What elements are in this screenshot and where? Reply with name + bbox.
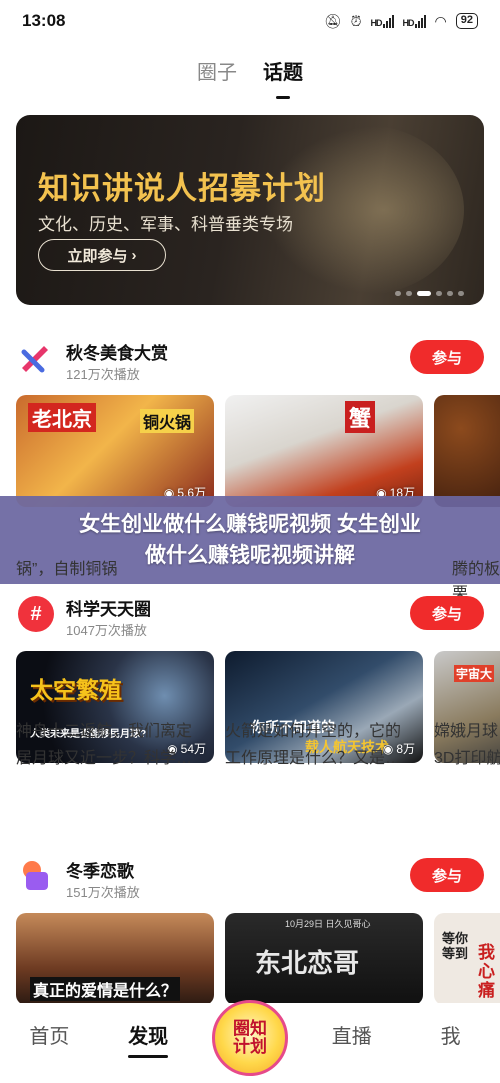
tab-circle[interactable]: 圈子 [197,56,237,85]
join-button[interactable]: 参与 [410,596,484,630]
topic-title: 科学天天圈 [66,600,151,619]
nav-circle-plan[interactable]: 圈知计划 [211,1000,288,1076]
video-desc[interactable]: 神舟十二返航，我们离定 居月球又近一步？科学… [16,718,214,772]
video-desc[interactable]: 火箭是如何升空的，它的 工作原理是什么？又是… [225,718,423,772]
video-thumb-caption: 铜火锅 [140,409,195,433]
topic-play-count: 151万次播放 [66,885,140,900]
signal-icon: HD [371,14,394,28]
topic-section-science: # 科学天天圈 1047万次播放 参与 太空繁殖 人类未来是否能移民月球? ◉ 5… [0,594,500,767]
nav-home[interactable]: 首页 [14,1020,84,1049]
video-thumb-caption: 10月29日 日久见哥心 [285,919,371,929]
carousel-dots [395,291,464,296]
topic-section-food: 秋冬美食大赏 121万次播放 参与 老北京 铜火锅 ◉ 5.6万 蟹 ◉ 18万 [0,338,500,507]
tab-topic[interactable]: 话题 [263,56,303,85]
video-card[interactable]: 真正的爱情是什么？ [16,913,214,1005]
signal-icon: HD [403,14,426,28]
battery-icon: 92 [455,13,478,29]
video-desc: 锅”，自制铜锅 [16,561,118,578]
banner-join-button[interactable]: 立即参与 › [38,239,166,271]
nav-me[interactable]: 我 [416,1020,486,1049]
nav-live[interactable]: 直播 [317,1020,387,1049]
topic-title: 秋冬美食大赏 [66,344,168,363]
status-bar: 13:08 🔕︎ ⏰︎ HD HD ◠ 92 [0,0,500,42]
status-time: 13:08 [22,11,66,30]
bottom-nav: 首页 发现 圈知计划 直播 我 [0,1000,500,1083]
food-topic-icon [18,340,54,376]
video-thumb-caption: 老北京 [28,403,96,432]
circle-plan-logo: 圈知计划 [232,1019,267,1056]
video-card[interactable]: 蟹 ◉ 18万 [225,395,423,507]
video-thumb-caption: 真正的爱情是什么？ [30,977,181,1001]
nav-discover[interactable]: 发现 [113,1020,183,1049]
status-icons: 🔕︎ ⏰︎ HD HD ◠ 92 [324,13,478,30]
wifi-icon: ◠ [434,12,447,29]
hashtag-icon: # [18,596,54,632]
overlay-line: 女生创业做什么赚钱呢视频 女生创业 [79,513,421,536]
video-thumb-caption: 东北恋哥 [255,948,360,978]
topic-section-love: 冬季恋歌 151万次播放 参与 真正的爱情是什么？ 东北恋哥 10月29日 日久… [0,856,500,1005]
banner-subtitle: 文化、历史、军事、科普垂类专场 [38,215,293,234]
banner-title: 知识讲说人招募计划 [38,171,326,206]
video-card[interactable]: 等你等到 我心痛 [434,913,500,1005]
topic-title: 冬季恋歌 [66,862,134,881]
banner-artwork [264,125,464,295]
video-card[interactable] [434,395,500,507]
alarm-icon: ⏰︎ [350,12,362,29]
video-thumb-caption: 宇宙大 [454,665,495,682]
video-card[interactable]: 老北京 铜火锅 ◉ 5.6万 [16,395,214,507]
overlay-line: 做什么赚钱呢视频讲解 [145,544,355,567]
video-card[interactable]: 东北恋哥 10月29日 日久见哥心 [225,913,423,1005]
promo-banner[interactable]: 知识讲说人招募计划 文化、历史、军事、科普垂类专场 立即参与 › [16,115,484,305]
video-thumb-caption: 我心痛 [478,943,495,1000]
video-thumb-caption: 蟹 [345,401,376,433]
join-button[interactable]: 参与 [410,340,484,374]
video-desc[interactable]: 嫦娥月球 3D打印舫 [434,718,500,772]
topic-play-count: 1047万次播放 [66,623,147,638]
chevron-right-icon: › [131,246,137,264]
heart-cup-icon [18,858,54,894]
topic-play-count: 121万次播放 [66,367,140,382]
mute-icon: 🔕︎ [323,12,342,29]
video-thumb-caption: 太空繁殖 [30,677,122,703]
top-tabs: 圈子 话题 [0,56,500,85]
join-button[interactable]: 参与 [410,858,484,892]
video-thumb-caption: 等你等到 [442,931,469,961]
